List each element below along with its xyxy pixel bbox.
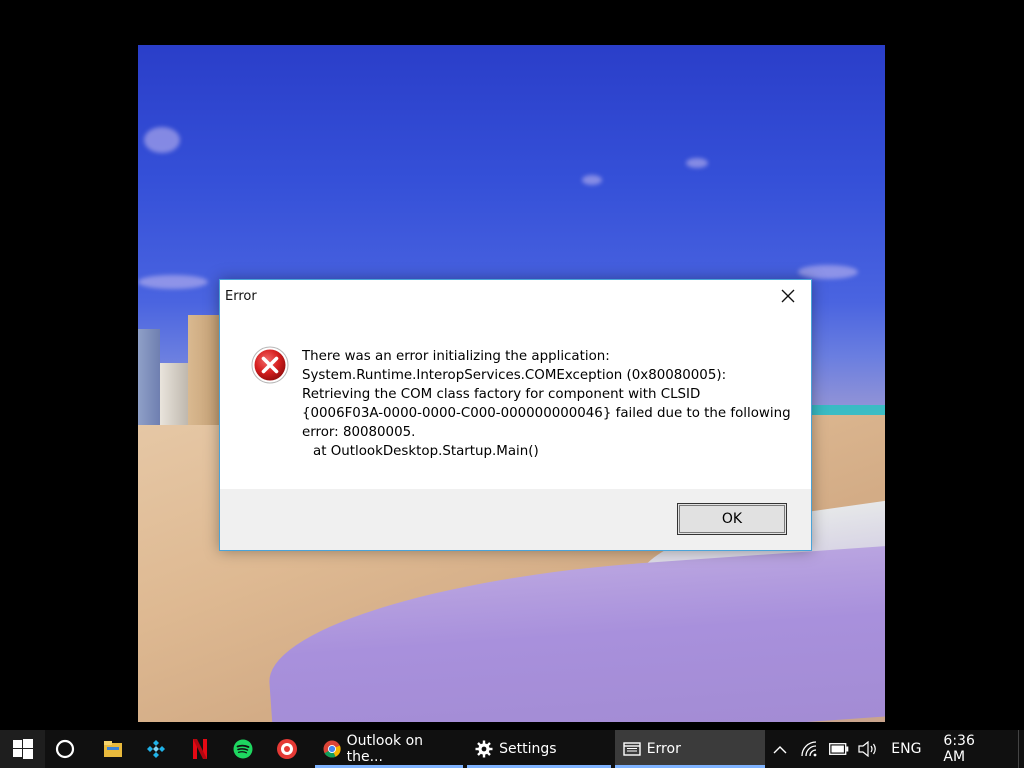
error-icon xyxy=(251,346,289,384)
file-explorer-button[interactable] xyxy=(91,730,135,768)
chrome-icon xyxy=(323,740,341,758)
taskbar-app-label: Error xyxy=(646,741,681,757)
file-explorer-icon xyxy=(103,741,122,757)
dialog-titlebar[interactable]: Error xyxy=(220,280,811,314)
error-message: There was an error initializing the appl… xyxy=(302,347,791,461)
window-icon xyxy=(623,742,641,756)
spotify-button[interactable] xyxy=(222,730,266,768)
message-line: System.Runtime.InteropServices.COMExcept… xyxy=(302,368,727,383)
show-desktop-button[interactable] xyxy=(1018,730,1024,768)
taskbar-app-label: Outlook on the... xyxy=(346,733,424,765)
windows-start-icon xyxy=(12,739,33,759)
message-line: at OutlookDesktop.Startup.Main() xyxy=(313,444,539,459)
volume-icon xyxy=(858,741,877,757)
system-tray: ENG 6:36 AM xyxy=(765,730,1024,768)
fol-icon xyxy=(276,739,297,759)
message-line: {0006F03A-0000-0000-C000-000000000046} f… xyxy=(302,406,791,421)
netflix-button[interactable] xyxy=(178,730,222,768)
wallpaper-cloud xyxy=(138,275,208,289)
close-icon xyxy=(781,289,795,303)
dialog-footer: OK xyxy=(220,489,811,550)
wallpaper-cloud xyxy=(144,127,180,153)
start-button[interactable] xyxy=(0,730,46,768)
fol-button[interactable] xyxy=(265,730,309,768)
wallpaper-building xyxy=(188,315,220,425)
wallpaper-cloud xyxy=(686,158,708,168)
kodi-button[interactable] xyxy=(135,730,179,768)
message-line: Retrieving the COM class factory for com… xyxy=(302,387,701,402)
taskbar: Outlook on the... Settings Error ENG 6:3… xyxy=(0,730,1024,768)
wallpaper-city xyxy=(138,315,220,425)
taskbar-app-error[interactable]: Error xyxy=(614,730,766,768)
wallpaper-building xyxy=(160,363,188,425)
cortana-icon xyxy=(56,739,75,759)
netflix-icon xyxy=(192,739,207,759)
wallpaper-cloud xyxy=(798,265,858,279)
ok-button[interactable]: OK xyxy=(677,503,787,535)
chevron-up-icon xyxy=(773,745,787,753)
battery-button[interactable] xyxy=(824,730,854,768)
volume-button[interactable] xyxy=(854,730,884,768)
taskbar-app-settings[interactable]: Settings xyxy=(467,730,611,768)
clock[interactable]: 6:36 AM xyxy=(931,730,1018,768)
network-button[interactable] xyxy=(795,730,825,768)
cortana-button[interactable] xyxy=(45,730,85,768)
gear-icon xyxy=(475,740,493,758)
message-line: error: 80080005. xyxy=(302,425,416,440)
taskbar-app-label: Settings xyxy=(499,741,557,757)
wallpaper-cloud xyxy=(582,175,602,185)
spotify-icon xyxy=(233,739,253,759)
message-line: There was an error initializing the appl… xyxy=(302,349,610,364)
wallpaper-building xyxy=(138,329,160,425)
taskbar-app-outlook[interactable]: Outlook on the... xyxy=(314,730,464,768)
wifi-icon xyxy=(801,741,817,757)
show-hidden-icons-button[interactable] xyxy=(765,730,795,768)
error-dialog: Error There was an error initializing th… xyxy=(219,279,812,551)
language-indicator[interactable]: ENG xyxy=(883,730,931,768)
close-button[interactable] xyxy=(765,280,811,312)
kodi-icon xyxy=(147,740,166,758)
battery-icon xyxy=(829,743,849,755)
dialog-title: Error xyxy=(225,289,257,304)
